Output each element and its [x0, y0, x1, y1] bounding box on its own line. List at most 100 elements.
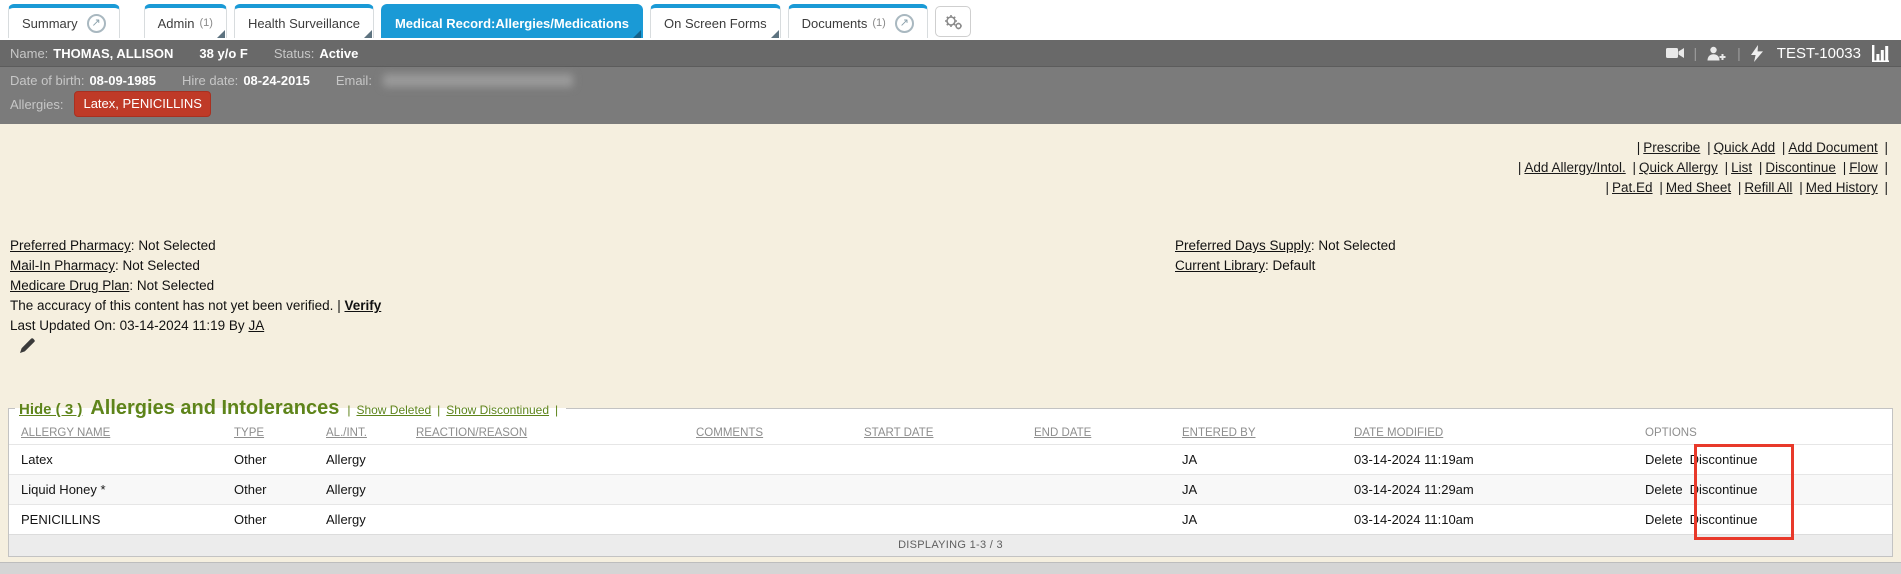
allergy-reaction — [404, 505, 684, 535]
refill-all-link[interactable]: Refill All — [1744, 180, 1792, 195]
tab-documents-count: (1) — [872, 17, 885, 29]
col-start-date[interactable]: START DATE — [852, 420, 1022, 445]
allergy-start-date — [852, 475, 1022, 505]
col-reaction-reason[interactable]: REACTION/REASON — [404, 420, 684, 445]
tab-admin-count: (1) — [199, 17, 212, 29]
allergy-al-int: Allergy — [314, 505, 404, 535]
tab-admin[interactable]: Admin (1) — [144, 4, 227, 38]
col-entered-by[interactable]: ENTERED BY — [1170, 420, 1342, 445]
allergy-date-modified: 03-14-2024 11:29am — [1342, 475, 1633, 505]
allergy-name: Liquid Honey * — [9, 475, 222, 505]
pat-ed-link[interactable]: Pat.Ed — [1612, 180, 1653, 195]
verify-link[interactable]: Verify — [344, 298, 381, 313]
edit-pencil-icon[interactable] — [20, 338, 35, 353]
allergy-comments — [684, 445, 852, 475]
patient-banner-details: Date of birth: 08-09-1985 Hire date: 08-… — [0, 67, 1901, 124]
col-date-modified[interactable]: DATE MODIFIED — [1342, 420, 1633, 445]
settings-gears-button[interactable] — [935, 6, 971, 37]
prescribe-link[interactable]: Prescribe — [1643, 140, 1700, 155]
mail-in-pharmacy-link[interactable]: Mail-In Pharmacy — [10, 258, 115, 273]
table-paging-footer: DISPLAYING 1-3 / 3 — [9, 534, 1892, 556]
name-label: Name: — [10, 46, 48, 61]
discontinue-option[interactable]: Discontinue — [1690, 512, 1758, 527]
medicare-drug-plan-value: Not Selected — [137, 278, 214, 293]
flow-link[interactable]: Flow — [1849, 160, 1878, 175]
add-allergy-intol-link[interactable]: Add Allergy/Intol. — [1524, 160, 1625, 175]
status-label: Status: — [274, 46, 314, 61]
current-library-link[interactable]: Current Library — [1175, 258, 1265, 273]
video-camera-icon[interactable] — [1666, 46, 1684, 60]
allergy-name: Latex — [9, 445, 222, 475]
delete-option[interactable]: Delete — [1645, 512, 1683, 527]
allergy-entered-by: JA — [1170, 475, 1342, 505]
verify-notice-text: The accuracy of this content has not yet… — [10, 298, 333, 313]
allergy-al-int: Allergy — [314, 445, 404, 475]
allergy-date-modified: 03-14-2024 11:10am — [1342, 505, 1633, 535]
preferred-days-supply-link[interactable]: Preferred Days Supply — [1175, 238, 1311, 253]
last-updated-by-link[interactable]: JA — [248, 318, 264, 333]
tab-on-screen-forms[interactable]: On Screen Forms — [650, 4, 781, 38]
allergy-entered-by: JA — [1170, 445, 1342, 475]
add-person-icon[interactable] — [1707, 46, 1727, 61]
tab-summary-label: Summary — [22, 16, 78, 31]
quick-add-link[interactable]: Quick Add — [1714, 140, 1776, 155]
table-row: Liquid Honey * Other Allergy JA 03-14-20… — [9, 475, 1892, 505]
col-comments[interactable]: COMMENTS — [684, 420, 852, 445]
preferred-pharmacy-link[interactable]: Preferred Pharmacy — [10, 238, 131, 253]
mail-in-pharmacy-value: Not Selected — [123, 258, 200, 273]
preferred-days-supply-value: Not Selected — [1318, 238, 1395, 253]
current-library-value: Default — [1273, 258, 1316, 273]
delete-option[interactable]: Delete — [1645, 482, 1683, 497]
allergy-start-date — [852, 505, 1022, 535]
patient-id: TEST-10033 — [1777, 45, 1861, 62]
allergy-end-date — [1022, 505, 1170, 535]
last-updated-text: Last Updated On: 03-14-2024 11:19 By — [10, 318, 245, 333]
tab-health-surveillance[interactable]: Health Surveillance — [234, 4, 374, 38]
allergy-entered-by: JA — [1170, 505, 1342, 535]
delete-option[interactable]: Delete — [1645, 452, 1683, 467]
show-deleted-link[interactable]: Show Deleted — [356, 403, 431, 417]
patient-status: Active — [319, 46, 358, 61]
allergies-badge[interactable]: Latex, PENICILLINS — [74, 91, 211, 117]
patient-email-redacted — [383, 74, 573, 87]
tab-documents-label: Documents — [802, 16, 868, 31]
lightning-bolt-icon[interactable] — [1751, 45, 1763, 62]
preferred-pharmacy-value: Not Selected — [138, 238, 215, 253]
tab-documents[interactable]: Documents (1) ↗ — [788, 4, 928, 38]
col-end-date[interactable]: END DATE — [1022, 420, 1170, 445]
hide-section-link[interactable]: Hide ( 3 ) — [19, 401, 82, 418]
bar-chart-icon[interactable] — [1871, 45, 1891, 62]
medicare-drug-plan-link[interactable]: Medicare Drug Plan — [10, 278, 129, 293]
tab-medical-record-allergies-medications[interactable]: Medical Record:Allergies/Medications — [381, 4, 643, 38]
col-al-int[interactable]: AL./INT. — [314, 420, 404, 445]
quick-allergy-link[interactable]: Quick Allergy — [1639, 160, 1718, 175]
allergy-comments — [684, 505, 852, 535]
tab-summary[interactable]: Summary ↗ — [8, 4, 120, 38]
bottom-edge-strip — [0, 562, 1901, 574]
open-external-icon[interactable]: ↗ — [87, 14, 106, 33]
med-history-link[interactable]: Med History — [1806, 180, 1878, 195]
show-discontinued-link[interactable]: Show Discontinued — [446, 403, 549, 417]
med-sheet-link[interactable]: Med Sheet — [1666, 180, 1731, 195]
allergy-type: Other — [222, 445, 314, 475]
open-external-icon[interactable]: ↗ — [895, 14, 914, 33]
patient-dob: 08-09-1985 — [89, 70, 156, 91]
table-header-row: ALLERGY NAME TYPE AL./INT. REACTION/REAS… — [9, 420, 1892, 445]
list-link[interactable]: List — [1731, 160, 1752, 175]
discontinue-link[interactable]: Discontinue — [1765, 160, 1836, 175]
col-type[interactable]: TYPE — [222, 420, 314, 445]
gears-icon — [943, 13, 963, 31]
patient-banner: Name: THOMAS, ALLISON 38 y/o F Status: A… — [0, 40, 1901, 67]
add-document-link[interactable]: Add Document — [1788, 140, 1877, 155]
supply-info: Preferred Days Supply: Not Selected Curr… — [1175, 236, 1396, 353]
discontinue-option[interactable]: Discontinue — [1690, 452, 1758, 467]
allergy-name: PENICILLINS — [9, 505, 222, 535]
col-options: OPTIONS — [1633, 420, 1892, 445]
patient-age-sex: 38 y/o F — [199, 46, 247, 61]
allergy-reaction — [404, 475, 684, 505]
col-allergy-name[interactable]: ALLERGY NAME — [9, 420, 222, 445]
allergy-start-date — [852, 445, 1022, 475]
allergy-type: Other — [222, 505, 314, 535]
discontinue-option[interactable]: Discontinue — [1690, 482, 1758, 497]
pharmacy-info: Preferred Pharmacy: Not Selected Mail-In… — [0, 236, 1901, 353]
